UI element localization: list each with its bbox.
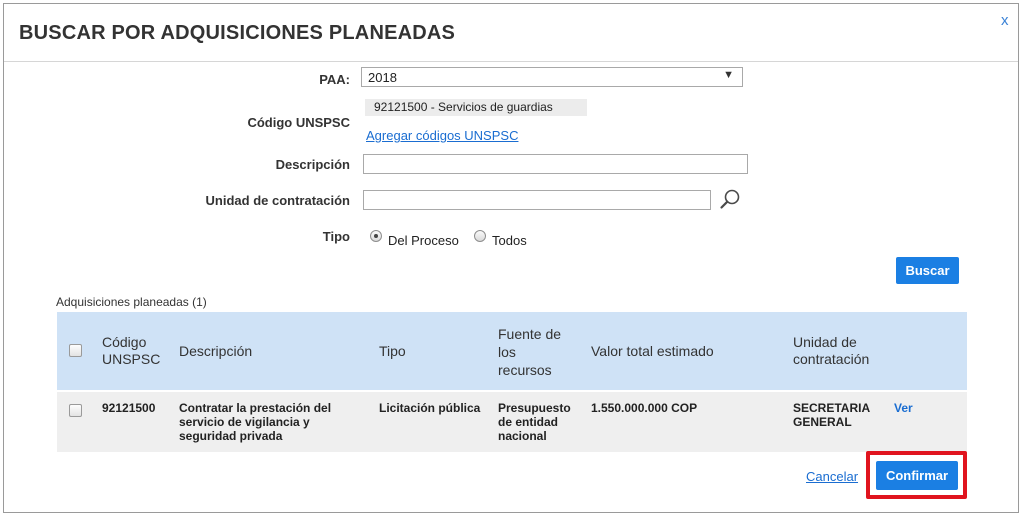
tipo-option-del-proceso: Del Proceso <box>388 233 459 248</box>
row-descripcion-line: Contratar la prestación del <box>179 401 332 415</box>
row-descripcion-line: seguridad privada <box>179 429 283 443</box>
table-row: 92121500 Contratar la prestación del ser… <box>57 392 967 452</box>
column-header-fuente-line: recursos <box>498 362 552 378</box>
column-header-unidad-line: Unidad de <box>793 334 857 350</box>
tipo-radio-del-proceso[interactable] <box>370 230 382 242</box>
tipo-label: Tipo <box>322 229 350 244</box>
cancel-link[interactable]: Cancelar <box>806 469 858 484</box>
row-codigo: 92121500 <box>102 401 156 415</box>
column-header-descripcion: Descripción <box>179 343 253 359</box>
row-checkbox[interactable] <box>69 404 82 417</box>
paa-select[interactable]: 2018 ▼ <box>361 67 743 87</box>
search-button[interactable]: Buscar <box>896 257 959 284</box>
descripcion-input[interactable] <box>363 154 748 174</box>
row-tipo: Licitación pública <box>379 401 481 415</box>
row-valor: 1.550.000.000 COP <box>591 401 698 415</box>
column-header-valor: Valor total estimado <box>591 343 714 359</box>
column-header-codigo: Código UNSPSC <box>102 334 160 368</box>
dialog-title: BUSCAR POR ADQUISICIONES PLANEADAS <box>19 22 456 44</box>
column-header-tipo: Tipo <box>379 343 406 359</box>
row-unidad: SECRETARIA GENERAL <box>793 401 870 429</box>
column-header-codigo-line: UNSPSC <box>102 351 161 367</box>
column-header-fuente-line: los <box>498 344 516 360</box>
unidad-label: Unidad de contratación <box>205 193 350 208</box>
row-descripcion: Contratar la prestación del servicio de … <box>179 401 331 443</box>
row-unidad-line: SECRETARIA <box>793 401 871 415</box>
paa-label: PAA: <box>319 72 350 87</box>
row-fuente-line: Presupuesto <box>498 401 571 415</box>
column-header-codigo-line: Código <box>102 334 147 350</box>
search-icon[interactable] <box>719 188 741 210</box>
descripcion-label: Descripción <box>275 157 350 172</box>
row-unidad-line: GENERAL <box>793 415 852 429</box>
dropdown-arrow-icon: ▼ <box>723 69 734 81</box>
paa-selected-value: 2018 <box>368 70 397 85</box>
column-header-unidad: Unidad de contratación <box>793 334 869 368</box>
tipo-option-todos: Todos <box>492 233 527 248</box>
row-descripcion-line: servicio de vigilancia y <box>179 415 310 429</box>
unspsc-label: Código UNSPSC <box>247 115 350 130</box>
results-table-header: Código UNSPSC Descripción Tipo Fuente de… <box>57 312 967 390</box>
close-icon[interactable]: x <box>1001 12 1009 29</box>
unspsc-tag: 92121500 - Servicios de guardias <box>365 99 587 116</box>
row-ver-link[interactable]: Ver <box>894 401 913 415</box>
results-section-title: Adquisiciones planeadas (1) <box>56 295 207 309</box>
column-header-unidad-line: contratación <box>793 351 870 367</box>
unidad-input[interactable] <box>363 190 711 210</box>
column-header-fuente: Fuente de los recursos <box>498 325 561 379</box>
row-fuente-line: de entidad <box>498 415 559 429</box>
confirm-button[interactable]: Confirmar <box>876 461 958 490</box>
column-header-fuente-line: Fuente de <box>498 326 562 342</box>
tipo-radio-todos[interactable] <box>474 230 486 242</box>
title-divider <box>4 61 1018 62</box>
row-fuente-line: nacional <box>498 429 547 443</box>
add-unspsc-link[interactable]: Agregar códigos UNSPSC <box>366 128 518 143</box>
select-all-checkbox[interactable] <box>69 344 82 357</box>
row-fuente: Presupuesto de entidad nacional <box>498 401 571 443</box>
